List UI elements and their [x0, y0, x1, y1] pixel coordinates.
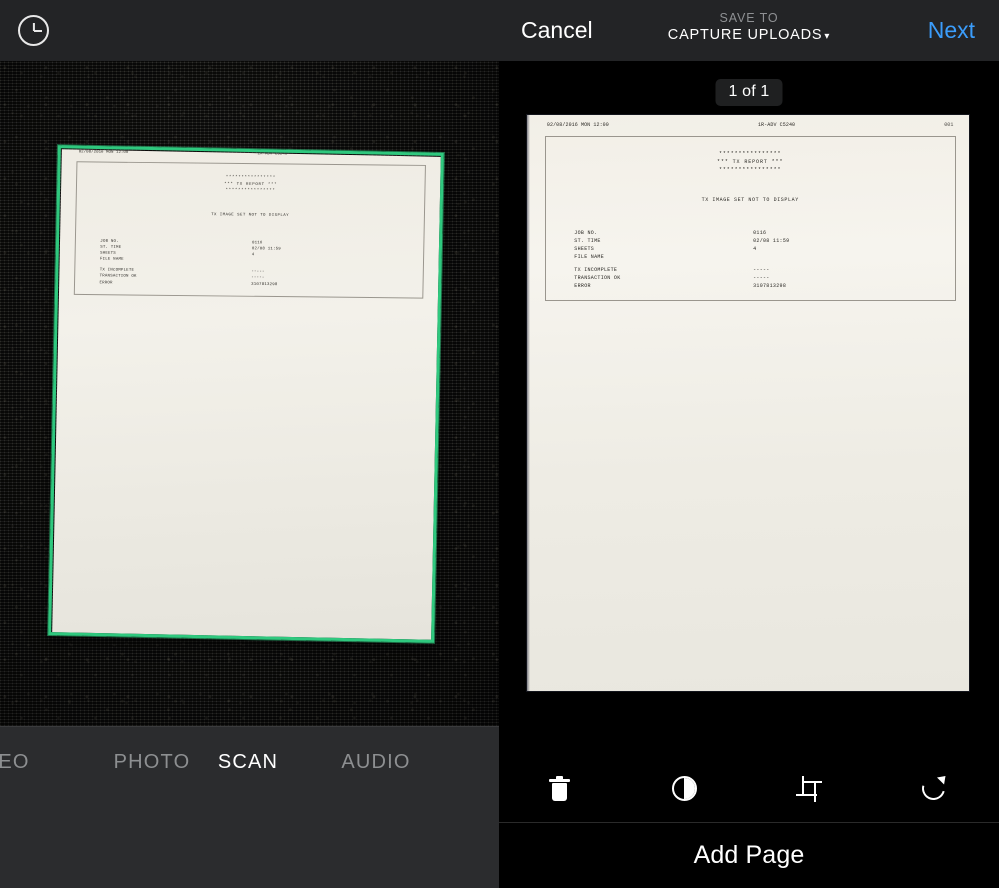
fax-header-page: 001	[944, 122, 954, 128]
fax-field-key: SHEETS	[574, 245, 595, 252]
clock-hand-hour	[33, 29, 42, 32]
camera-top-bar	[0, 0, 499, 61]
trash-icon	[548, 775, 570, 802]
fax-result-value: -----	[753, 267, 770, 274]
mode-tab-scan[interactable]: SCAN	[192, 751, 304, 774]
page-edit-toolbar	[499, 755, 999, 823]
rotate-button[interactable]	[889, 755, 979, 822]
contrast-icon	[671, 776, 697, 801]
app-screen: 02/08/2016 MON 12:00 1R-ADV C5240 001 **…	[0, 0, 999, 888]
clock-icon[interactable]	[18, 15, 49, 46]
fax-field-key: FILE NAME	[574, 253, 605, 260]
camera-capture-panel: 02/08/2016 MON 12:00 1R-ADV C5240 001 **…	[0, 0, 499, 888]
fax-field-value: 0116	[753, 229, 767, 236]
fax-field-row: JOB NO. 0116	[574, 229, 954, 237]
chevron-down-icon: ▾	[824, 31, 831, 42]
detected-document-quad[interactable]: 02/08/2016 MON 12:00 1R-ADV C5240 001 **…	[48, 145, 444, 643]
save-to-destination-text: CAPTURE UPLOADS	[667, 27, 823, 43]
fax-field-row: FILE NAME	[574, 253, 954, 261]
rotate-icon	[917, 772, 949, 805]
page-counter-badge: 1 of 1	[715, 79, 783, 106]
fax-note: TX IMAGE SET NOT TO DISPLAY	[701, 197, 799, 204]
save-to-destination[interactable]: CAPTURE UPLOADS ▾	[499, 26, 999, 46]
fax-stars-bottom: ****************	[719, 166, 782, 173]
camera-viewfinder[interactable]: 02/08/2016 MON 12:00 1R-ADV C5240 001 **…	[0, 61, 499, 726]
fax-field-key: ST. TIME	[574, 237, 601, 244]
fax-result-row: ERROR 3107813298	[574, 282, 954, 290]
fax-header-date: 02/08/2016 MON 12:00	[546, 122, 609, 128]
fax-field-row: ST. TIME 02/08 11:59	[574, 237, 954, 245]
add-page-button[interactable]: Add Page	[499, 822, 999, 888]
save-to-selector[interactable]: SAVE TO CAPTURE UPLOADS ▾	[499, 10, 999, 46]
mode-tab-video[interactable]: EO	[0, 751, 56, 774]
mode-tab-audio[interactable]: AUDIO	[306, 751, 446, 774]
fax-report-preview: 02/08/2016 MON 12:00 1R-ADV C5240 001 **…	[527, 115, 969, 302]
crop-button[interactable]	[764, 755, 854, 822]
fax-result-value: -----	[753, 275, 770, 282]
fax-title: *** TX REPORT ***	[717, 158, 784, 165]
fax-field-list: JOB NO. 0116 ST. TIME 02/08 11:59 SHEETS…	[574, 229, 954, 291]
delete-page-button[interactable]	[514, 755, 604, 822]
fax-result-row: TRANSACTION OK -----	[574, 274, 954, 282]
crop-icon-line-right	[814, 781, 817, 802]
contrast-button[interactable]	[639, 755, 729, 822]
fax-stars-top: ****************	[719, 150, 782, 157]
fax-result-key: ERROR	[574, 283, 591, 290]
fax-field-key: JOB NO.	[574, 229, 598, 236]
capture-mode-bar: EO PHOTO SCAN AUDIO	[0, 726, 499, 888]
next-button[interactable]: Next	[928, 0, 975, 61]
scan-review-panel: Cancel SAVE TO CAPTURE UPLOADS ▾ Next 1 o…	[499, 0, 999, 888]
crop-icon-line-top	[801, 781, 822, 784]
scanned-page-preview[interactable]: 02/08/2016 MON 12:00 1R-ADV C5240 001 **…	[527, 115, 969, 691]
fax-field-row: SHEETS 4	[574, 245, 954, 253]
capture-mode-tabs: EO PHOTO SCAN AUDIO	[0, 743, 499, 781]
fax-result-key: TX INCOMPLETE	[574, 267, 618, 274]
review-top-bar: Cancel SAVE TO CAPTURE UPLOADS ▾ Next	[499, 0, 999, 61]
trash-icon-lid	[548, 779, 570, 782]
fax-body-box: **************** *** TX REPORT *** *****…	[544, 135, 956, 302]
fax-field-value: 02/08 11:59	[753, 237, 790, 244]
edge-detection-outline	[48, 145, 444, 643]
fax-header: 02/08/2016 MON 12:00 1R-ADV C5240 001	[527, 121, 969, 129]
trash-icon-can	[551, 782, 567, 801]
fax-result-row: TX INCOMPLETE -----	[574, 266, 954, 274]
crop-icon	[796, 775, 822, 802]
contrast-icon-half	[684, 778, 695, 799]
fax-result-key: TRANSACTION OK	[574, 275, 621, 282]
fax-header-model: 1R-ADV C5240	[757, 122, 796, 128]
fax-field-value: 4	[753, 245, 757, 252]
fax-result-value: 3107813298	[753, 283, 787, 290]
save-to-label: SAVE TO	[719, 11, 779, 25]
